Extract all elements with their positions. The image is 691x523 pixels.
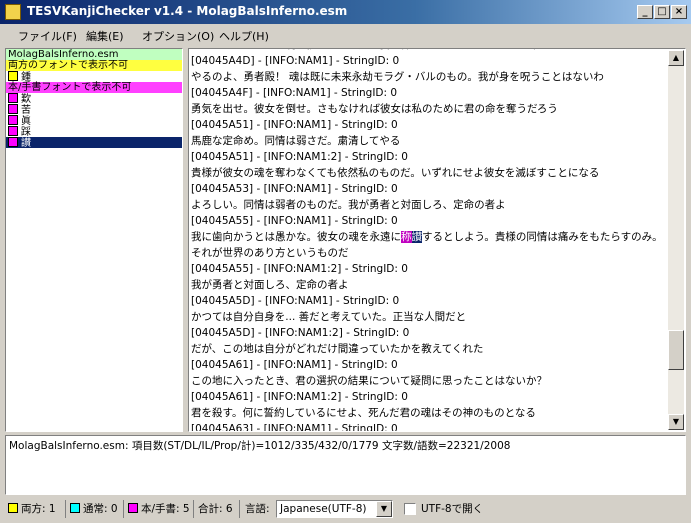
list-item[interactable]: 歎 xyxy=(6,93,182,105)
text-line: だが、この地は自分がどれだけ間違っていたかを教えてくれた xyxy=(191,343,484,355)
color-swatch-icon xyxy=(8,71,18,81)
book-swatch-icon xyxy=(128,503,138,513)
status-book: 本/手書: 5 xyxy=(126,500,194,518)
color-swatch-icon xyxy=(8,104,18,114)
menu-help[interactable]: ヘルプ(H) xyxy=(219,28,269,44)
summary-panel: MolagBalsInferno.esm: 項目数(ST/DL/IL/Prop/… xyxy=(5,435,686,495)
vertical-scrollbar[interactable]: ▲ ▼ xyxy=(668,50,684,430)
color-swatch-icon xyxy=(8,126,18,136)
language-select[interactable]: Japanese(UTF-8) ▼ xyxy=(276,500,393,518)
text-line: 貴様が彼女の魂を奪わなくても依然私のものだ。いずれにせよ彼女を滅ぼすことになる xyxy=(191,167,600,179)
both-swatch-icon xyxy=(8,503,18,513)
string-viewer[interactable]: ノマノノをロナいる晩を依ふしてる返に我の神たらしてるのだ。いくさ 来りんなど[0… xyxy=(188,48,686,432)
list-item[interactable]: 苦 xyxy=(6,104,182,116)
list-item-label: 両方のフォントで表示不可 xyxy=(8,60,128,71)
menu-bar: ファイル(F) 編集(E) オプション(O) ヘルプ(H) xyxy=(0,24,691,46)
list-item-label: 本/手書フォントで表示不可 xyxy=(8,82,132,93)
language-label: 言語: xyxy=(245,503,270,515)
text-segment: 我に歯向かうとは愚かな。彼女の魂を永遠に xyxy=(191,231,401,243)
status-both: 両方: 1 xyxy=(6,500,66,518)
text-line: 勇気を出せ。彼女を倒せ。さもなければ彼女は私のために君の命を奪うだろう xyxy=(191,103,558,115)
maximize-button[interactable]: □ xyxy=(654,5,670,19)
normal-swatch-icon xyxy=(70,503,80,513)
list-item[interactable]: 両方のフォントで表示不可 xyxy=(6,60,182,71)
menu-file[interactable]: ファイル(F) xyxy=(18,28,77,44)
list-item[interactable]: 讃 xyxy=(6,137,182,149)
text-line: [04045A61] - [INFO:NAM1:2] - StringID: 0 xyxy=(191,391,408,403)
menu-edit[interactable]: 編集(E) xyxy=(86,28,124,44)
list-item[interactable]: 鍾 xyxy=(6,71,182,83)
scroll-thumb[interactable] xyxy=(668,330,684,370)
text-line: この地に入ったとき、君の選択の結果について疑問に思ったことはないか？ xyxy=(191,375,547,387)
scroll-down-icon[interactable]: ▼ xyxy=(668,414,684,430)
list-item[interactable]: 眞 xyxy=(6,115,182,127)
title-bar: TESVKanjiChecker v1.4 - MolagBalsInferno… xyxy=(0,0,691,24)
text-line: かつては自分自身を... 善だと考えていた。正当な人間だと xyxy=(191,311,467,323)
text-line: [04045A55] - [INFO:NAM1:2] - StringID: 0 xyxy=(191,263,408,275)
status-total: 合計: 6 xyxy=(198,500,240,518)
status-normal: 通常: 0 xyxy=(68,500,124,518)
text-line: [04045A53] - [INFO:NAM1] - StringID: 0 xyxy=(191,183,398,195)
text-line: [04045A4F] - [INFO:NAM1] - StringID: 0 xyxy=(191,87,398,99)
text-line: [04045A5D] - [INFO:NAM1] - StringID: 0 xyxy=(191,295,400,307)
text-line: やるのよ、勇者殿！ 魂は既に未来永劫モラグ・バルのもの。我が身を呪うことはないわ xyxy=(191,71,604,83)
language-value: Japanese(UTF-8) xyxy=(280,503,367,515)
text-line: [04045A51] - [INFO:NAM1:2] - StringID: 0 xyxy=(191,151,408,163)
minimize-button[interactable]: _ xyxy=(637,5,653,19)
menu-options[interactable]: オプション(O) xyxy=(142,28,214,44)
text-line: よろしい。同情は弱者のものだ。我が勇者と対面しろ、定命の者よ xyxy=(191,199,506,211)
text-line: 君を殺す。何に誓約しているにせよ、死んだ君の魂はその神のものとなる xyxy=(191,407,536,419)
color-swatch-icon xyxy=(8,137,18,147)
text-line: [04045A61] - [INFO:NAM1] - StringID: 0 xyxy=(191,359,398,371)
text-line: 我が勇者と対面しろ、定命の者よ xyxy=(191,279,349,291)
text-line: 馬鹿な定命め。同情は弱さだ。粛清してやる xyxy=(191,135,401,147)
text-line: [04045A4D] - [INFO:NAM1] - StringID: 0 xyxy=(191,55,400,67)
list-item-label: 讃 xyxy=(21,138,31,149)
text-line: [04045A5D] - [INFO:NAM1:2] - StringID: 0 xyxy=(191,327,410,339)
close-button[interactable]: × xyxy=(671,5,687,19)
text-line: [04045A51] - [INFO:NAM1] - StringID: 0 xyxy=(191,119,398,131)
window-title: TESVKanjiChecker v1.4 - MolagBalsInferno… xyxy=(27,4,348,18)
character-list[interactable]: MolagBalsInferno.esm 両方のフォントで表示不可鍾本/手書フォン… xyxy=(5,48,183,432)
utf8-checkbox[interactable] xyxy=(404,503,416,515)
status-bar: 両方: 1 通常: 0 本/手書: 5 合計: 6 言語: Japanese(U… xyxy=(0,497,691,523)
text-line: [04045A55] - [INFO:NAM1] - StringID: 0 xyxy=(191,215,398,227)
list-item[interactable]: 踩 xyxy=(6,126,182,138)
color-swatch-icon xyxy=(8,93,18,103)
highlighted-char: 讃 xyxy=(411,231,422,243)
list-item[interactable]: MolagBalsInferno.esm xyxy=(6,49,182,60)
utf8-label: UTF-8で開く xyxy=(421,503,484,515)
list-item[interactable]: 本/手書フォントで表示不可 xyxy=(6,82,182,93)
text-line: [04045A63] - [INFO:NAM1] - StringID: 0 xyxy=(191,423,398,432)
summary-text: MolagBalsInferno.esm: 項目数(ST/DL/IL/Prop/… xyxy=(9,440,511,452)
text-line: 我に歯向かうとは愚かな。彼女の魂を永遠に称讃するとしよう。貴様の同情は痛みをもた… xyxy=(191,229,666,261)
app-icon xyxy=(5,4,21,20)
color-swatch-icon xyxy=(8,115,18,125)
chevron-down-icon[interactable]: ▼ xyxy=(376,501,392,517)
highlighted-char: 称 xyxy=(401,231,412,243)
list-item-label: MolagBalsInferno.esm xyxy=(8,49,119,60)
scroll-up-icon[interactable]: ▲ xyxy=(668,50,684,66)
string-text-area[interactable]: ノマノノをロナいる晩を依ふしてる返に我の神たらしてるのだ。いくさ 来りんなど[0… xyxy=(191,49,666,432)
